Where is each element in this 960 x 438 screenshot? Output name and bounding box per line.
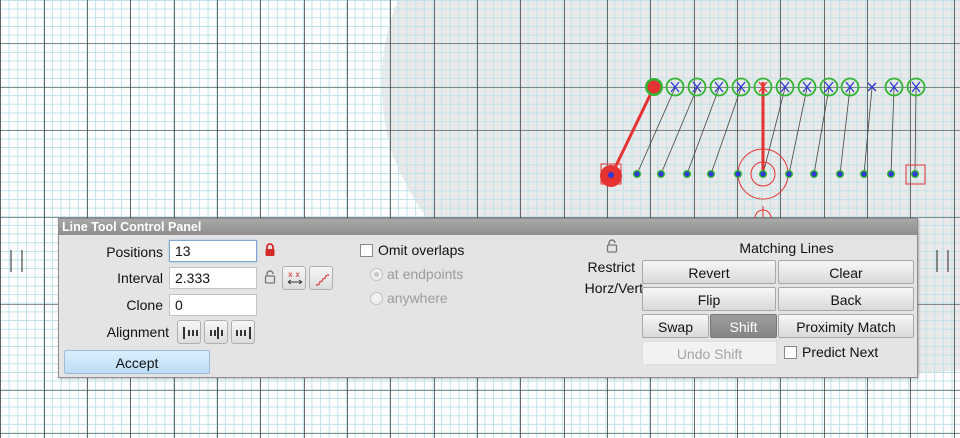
line-tool-control-panel: Line Tool Control Panel Positions Interv…: [58, 218, 918, 378]
at-endpoints-radio[interactable]: [370, 268, 383, 281]
line-endpoint-bottom[interactable]: [683, 170, 691, 178]
line-endpoint-bottom[interactable]: [887, 170, 895, 178]
matching-lines-title: Matching Lines: [739, 240, 834, 256]
shift-button[interactable]: Shift: [710, 314, 777, 338]
swap-button[interactable]: Swap: [642, 314, 709, 338]
restrict-label: Restrict: [587, 259, 635, 275]
align-left-icon: [183, 327, 198, 339]
interval-label: Interval: [117, 270, 163, 286]
line-endpoint-bottom[interactable]: [759, 170, 767, 178]
positions-input[interactable]: [169, 240, 257, 262]
clone-label: Clone: [126, 297, 163, 313]
lock-open-icon[interactable]: [264, 270, 276, 284]
restrict-lock-icon[interactable]: [606, 239, 618, 253]
interval-input[interactable]: [169, 267, 257, 289]
line-endpoint-bottom[interactable]: [785, 170, 793, 178]
spacing-button[interactable]: x x: [282, 266, 306, 290]
stairs-icon: [316, 273, 329, 286]
line-endpoint-bottom[interactable]: [734, 170, 742, 178]
line-endpoint-bottom[interactable]: [707, 170, 715, 178]
clear-button[interactable]: Clear: [778, 260, 914, 284]
align-right-icon: [236, 327, 251, 339]
predict-next-label: Predict Next: [802, 344, 879, 360]
omit-overlaps-checkbox[interactable]: [360, 244, 373, 257]
alignment-label: Alignment: [106, 324, 169, 340]
line-endpoint-bottom[interactable]: [911, 170, 919, 178]
horz-vert-label: Horz/Vert: [584, 280, 643, 296]
line-endpoint-bottom[interactable]: [810, 170, 818, 178]
accept-button[interactable]: Accept: [64, 350, 210, 374]
align-right-button[interactable]: [231, 320, 255, 344]
positions-label: Positions: [106, 244, 163, 260]
lock-closed-icon[interactable]: [264, 243, 276, 257]
undo-shift-button[interactable]: Undo Shift: [642, 341, 777, 365]
anywhere-radio[interactable]: [370, 292, 383, 305]
panel-title: Line Tool Control Panel: [59, 219, 917, 235]
line-endpoint-top[interactable]: [645, 78, 663, 96]
clone-input[interactable]: [169, 294, 257, 316]
spacing-icon: x x: [287, 270, 303, 285]
line-endpoint-bottom[interactable]: [633, 170, 641, 178]
align-center-button[interactable]: [204, 320, 228, 344]
stairs-button[interactable]: [309, 266, 333, 290]
revert-button[interactable]: Revert: [642, 260, 776, 284]
predict-next-checkbox[interactable]: [784, 346, 797, 359]
back-button[interactable]: Back: [778, 287, 914, 311]
align-center-icon: [210, 327, 223, 339]
flip-button[interactable]: Flip: [642, 287, 776, 311]
align-left-button[interactable]: [177, 320, 201, 344]
anchor-center-dot: [608, 172, 614, 178]
line-endpoint-bottom[interactable]: [657, 170, 665, 178]
proximity-match-button[interactable]: Proximity Match: [778, 314, 914, 338]
anywhere-label: anywhere: [387, 290, 448, 306]
omit-overlaps-label: Omit overlaps: [378, 242, 465, 258]
at-endpoints-label: at endpoints: [387, 266, 464, 282]
line-endpoint-bottom[interactable]: [860, 170, 868, 178]
svg-text:x x: x x: [288, 270, 300, 279]
line-endpoint-bottom[interactable]: [836, 170, 844, 178]
